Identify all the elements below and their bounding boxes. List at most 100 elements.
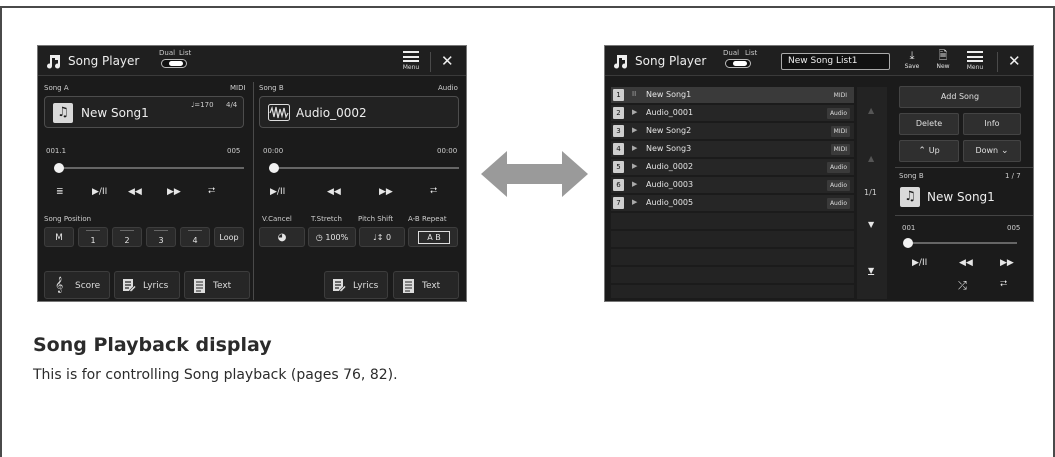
text-doc-icon	[194, 279, 205, 293]
play-pause-icon[interactable]: ▶/II	[92, 187, 107, 197]
rewind-b-icon[interactable]: ◀◀	[327, 187, 341, 197]
list-item[interactable]: 1 II New Song1 MIDI	[611, 87, 854, 104]
new-button[interactable]: 🗎 New	[933, 49, 953, 70]
list-position: 001	[902, 224, 916, 232]
marker-2-button[interactable]: 2	[112, 227, 142, 247]
abrepeat-button[interactable]: A B	[408, 227, 458, 247]
song-a-slider[interactable]	[54, 167, 244, 169]
scroll-down-icon[interactable]: ▼	[868, 220, 874, 229]
app-title: Song Player	[68, 54, 140, 68]
list-item-number: 1	[613, 89, 624, 101]
empty-row	[611, 231, 854, 248]
info-button[interactable]: Info	[963, 113, 1021, 135]
repeat-b-icon[interactable]: ⮂	[430, 186, 437, 196]
fast-forward-icon[interactable]: ▶▶	[167, 187, 181, 197]
rewind-list-icon[interactable]: ◀◀	[959, 258, 973, 268]
score-button[interactable]: 𝄞 Score	[44, 271, 110, 299]
list-item[interactable]: 7 ▶ Audio_0005 Audio	[611, 195, 854, 212]
list-item-type: MIDI	[830, 126, 850, 137]
repeat-list-icon[interactable]: ⮂	[1000, 279, 1007, 289]
song-a-slider-knob[interactable]	[54, 163, 64, 173]
lyrics-b-button[interactable]: Lyrics	[324, 271, 388, 299]
repeat-icon[interactable]: ⮂	[208, 186, 215, 196]
page-indicator: 1/1	[864, 188, 877, 197]
lyrics-a-button[interactable]: Lyrics	[114, 271, 180, 299]
marker-3-label: 3	[158, 236, 164, 245]
list-item-type: Audio	[826, 180, 850, 191]
vcancel-button[interactable]: ◕	[259, 227, 305, 247]
text-a-button[interactable]: Text	[184, 271, 250, 299]
list-label: List	[179, 49, 192, 57]
divider	[253, 82, 254, 300]
fast-forward-b-icon[interactable]: ▶▶	[379, 187, 393, 197]
marker-4-button[interactable]: 4	[180, 227, 210, 247]
play-icon: ▶	[632, 180, 638, 188]
menu-button[interactable]: Menu	[401, 50, 421, 71]
song-b-name: Audio_0002	[296, 106, 367, 120]
fast-forward-list-icon[interactable]: ▶▶	[1000, 258, 1014, 268]
song-b-slider[interactable]	[269, 167, 459, 169]
vcancel-label: V.Cancel	[262, 215, 292, 223]
marker-m-button[interactable]: M	[44, 227, 74, 247]
save-label: Save	[904, 63, 920, 70]
new-file-icon: 🗎	[938, 49, 948, 62]
list-item-number: 7	[613, 197, 624, 209]
midi-note-icon: ♫	[53, 103, 73, 123]
clock-icon: ◷	[315, 233, 326, 242]
up-button[interactable]: ⌃ Up	[899, 140, 959, 162]
marker-1-button[interactable]: 1	[78, 227, 108, 247]
double-arrow-icon	[481, 151, 588, 197]
list-song-slider[interactable]	[905, 242, 1017, 244]
song-b-slider-knob[interactable]	[269, 163, 279, 173]
shuffle-icon[interactable]: ⤮	[958, 279, 967, 293]
list-item[interactable]: 2 ▶ Audio_0001 Audio	[611, 105, 854, 122]
dual-label-list: Dual	[723, 49, 740, 57]
marker-4-label: 4	[192, 236, 198, 245]
play-pause-b-icon[interactable]: ▶/II	[270, 187, 285, 197]
song-b-position: 00:00	[263, 147, 284, 155]
close-list-icon[interactable]: ✕	[1008, 51, 1021, 71]
down-button[interactable]: Down ⌄	[963, 140, 1021, 162]
song-b-box[interactable]: Audio_0002	[259, 96, 459, 128]
play-icon: ▶	[632, 144, 638, 152]
lyrics-b-label: Lyrics	[353, 281, 379, 291]
menu-button-list[interactable]: Menu	[965, 50, 985, 71]
list-item[interactable]: 3 ▶ New Song2 MIDI	[611, 123, 854, 140]
scroll-bottom-icon[interactable]: ▼	[868, 266, 874, 275]
rewind-icon[interactable]: ◀◀	[128, 187, 142, 197]
list-song-slider-knob[interactable]	[903, 238, 913, 248]
song-a-box[interactable]: ♫ New Song1 ♩=170 4/4	[44, 96, 244, 128]
stop-icon[interactable]: ≣	[56, 187, 64, 197]
dual-list-toggle[interactable]	[161, 59, 187, 68]
scroll-top-icon[interactable]: ▲	[868, 106, 874, 115]
list-item[interactable]: 6 ▶ Audio_0003 Audio	[611, 177, 854, 194]
play-pause-list-icon[interactable]: ▶/II	[912, 258, 927, 268]
loop-button[interactable]: Loop	[214, 227, 244, 247]
list-item[interactable]: 4 ▶ New Song3 MIDI	[611, 141, 854, 158]
add-song-button[interactable]: Add Song	[899, 86, 1021, 108]
app-title-list: Song Player	[635, 54, 707, 68]
lyrics-icon	[123, 279, 136, 293]
play-icon: ▶	[632, 198, 638, 206]
song-list-name-field[interactable]: New Song List1	[781, 53, 890, 70]
up-label: Up	[928, 146, 940, 155]
title-bar: Song Player Dual List Menu ✕	[38, 46, 466, 76]
scroll-up-icon[interactable]: ▲	[868, 154, 874, 163]
list-item-number: 6	[613, 179, 624, 191]
marker-3-button[interactable]: 3	[146, 227, 176, 247]
save-button[interactable]: ⤓ Save	[902, 49, 922, 70]
down-label: Down	[975, 146, 999, 155]
list-item[interactable]: 5 ▶ Audio_0002 Audio	[611, 159, 854, 176]
list-item-name: Audio_0001	[646, 108, 694, 117]
list-item-type: MIDI	[830, 90, 850, 101]
text-b-button[interactable]: Text	[393, 271, 459, 299]
lyrics-b-icon	[333, 279, 346, 293]
tstretch-button[interactable]: ◷ 100%	[308, 227, 356, 247]
pitchshift-button[interactable]: ♩↕ 0	[359, 227, 405, 247]
delete-button[interactable]: Delete	[899, 113, 959, 135]
list-item-name: New Song3	[646, 144, 692, 153]
list-item-type: Audio	[826, 162, 850, 173]
pitch-value: 0	[385, 233, 392, 242]
dual-list-toggle-list[interactable]	[725, 59, 751, 68]
close-icon[interactable]: ✕	[441, 51, 454, 71]
